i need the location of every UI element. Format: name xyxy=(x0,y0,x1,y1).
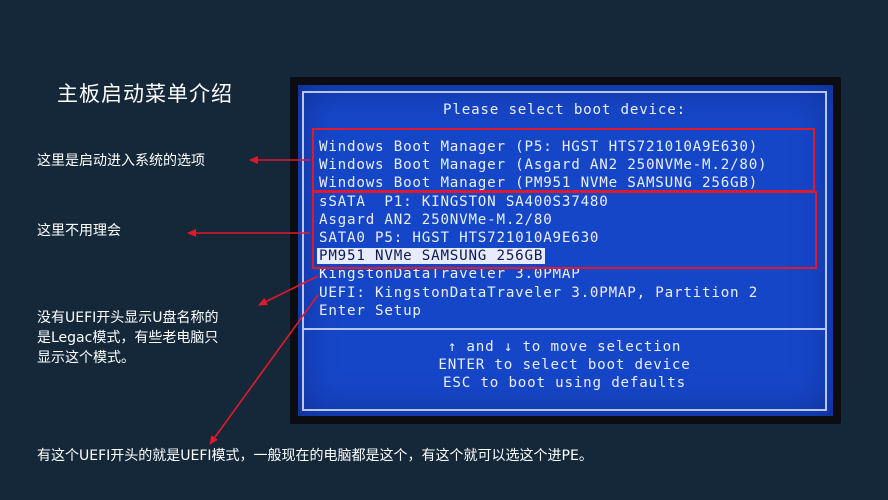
annotation-arrows xyxy=(187,156,319,445)
arrow-uefi xyxy=(209,294,319,445)
arrow-legacy xyxy=(258,275,319,306)
